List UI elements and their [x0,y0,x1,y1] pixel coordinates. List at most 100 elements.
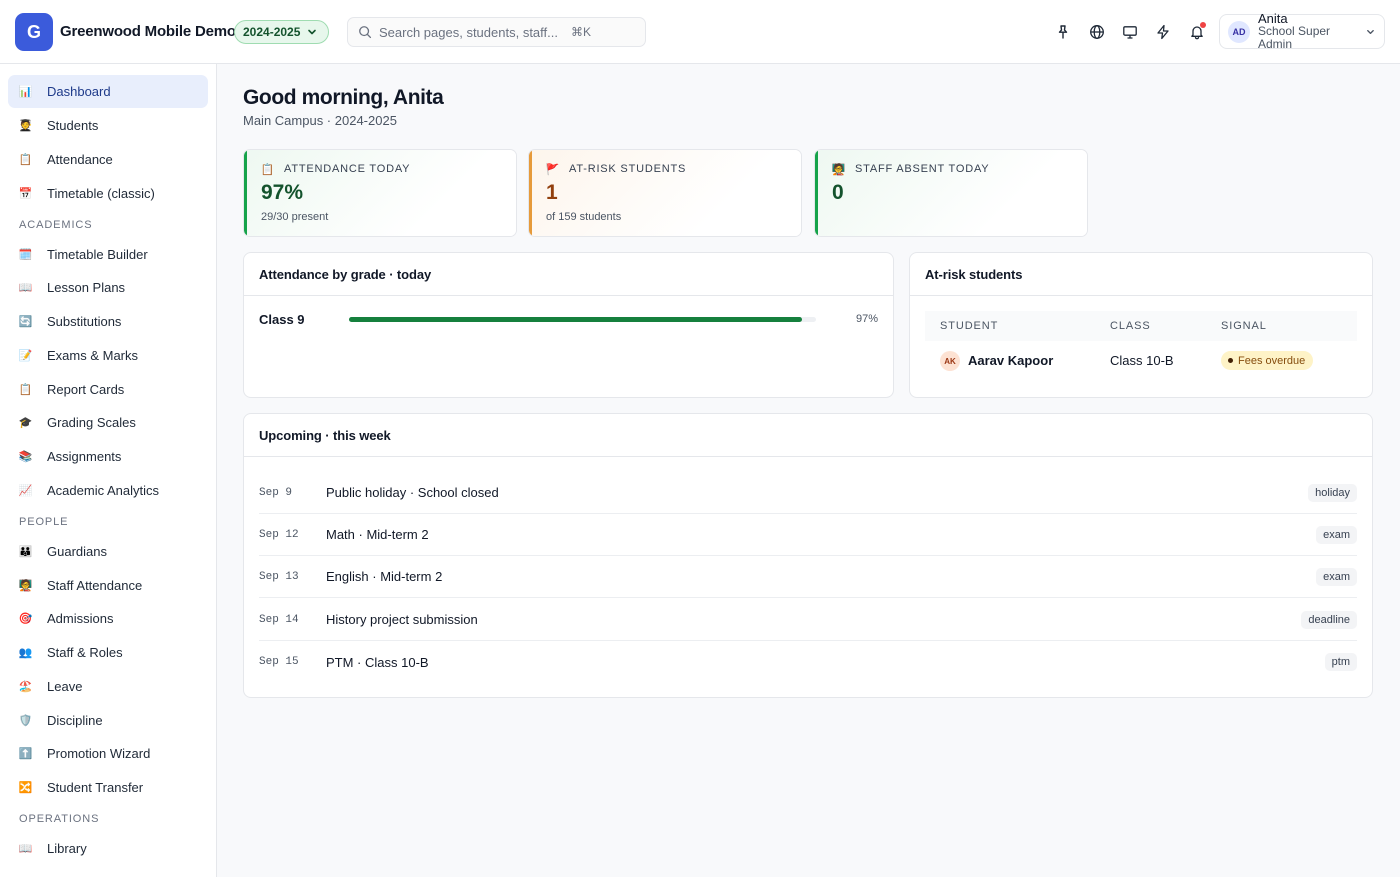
stat-subtext: 29/30 present [261,211,329,223]
report-icon: 📋 [18,384,33,396]
event-title: Math · Mid-term 2 [326,527,429,542]
calendar-icon: 📅 [18,188,33,200]
notifications-button[interactable] [1185,20,1209,44]
sidebar-item-label: Lesson Plans [47,280,126,295]
display-mode-button[interactable] [1118,20,1142,44]
panel-title: Attendance by grade · today [244,253,893,296]
academic-year-label: 2024-2025 [243,25,301,39]
calendar-tear-icon: 🗓️ [18,249,33,261]
target-icon: 🎯 [18,613,33,625]
sidebar-item-timetable-builder[interactable]: 🗓️ Timetable Builder [8,238,208,271]
search-input[interactable] [379,24,564,40]
sidebar-item-promotion-wizard[interactable]: ⬆️ Promotion Wizard [8,737,208,770]
table-row[interactable]: AK Aarav Kapoor Class 10-B Fees overdue [925,345,1357,379]
sidebar-item-lesson-plans[interactable]: 📖 Lesson Plans [8,271,208,304]
column-header-student: STUDENT [940,320,999,332]
sidebar-item-assignments[interactable]: 📚 Assignments [8,440,208,473]
event-date: Sep 14 [259,613,299,626]
sidebar-item-leave[interactable]: 🏖️ Leave [8,670,208,703]
sidebar-item-label: Admissions [47,611,114,626]
section-title-people: PEOPLE [19,516,69,528]
attendance-by-grade-panel: Attendance by grade · today Class 9 97% [243,252,894,398]
family-icon: 👪 [18,546,33,558]
section-title-academics: ACADEMICS [19,219,93,231]
academic-year-selector[interactable]: 2024-2025 [234,20,330,44]
sidebar-item-attendance[interactable]: 📋 Attendance [8,143,208,176]
sidebar-item-report-cards[interactable]: 📋 Report Cards [8,373,208,406]
list-item[interactable]: Sep 12 Math · Mid-term 2 exam [259,514,1357,556]
sidebar-item-academic-analytics[interactable]: 📈 Academic Analytics [8,474,208,507]
sidebar: 📊 Dashboard 🧑‍🎓 Students 📋 Attendance 📅 … [0,64,217,877]
sidebar-item-students[interactable]: 🧑‍🎓 Students [8,109,208,142]
sidebar-item-label: Dashboard [47,84,111,99]
status-dot [1228,358,1233,363]
sidebar-item-label: Assignments [47,449,122,464]
sidebar-item-exams-marks[interactable]: 📝 Exams & Marks [8,339,208,372]
sidebar-item-student-transfer[interactable]: 🔀 Student Transfer [8,771,208,804]
sidebar-item-timetable-classic[interactable]: 📅 Timetable (classic) [8,177,208,210]
grade-percentage: 97% [855,313,878,325]
app-logo[interactable]: G [15,13,53,51]
people-icon: 👥 [18,647,33,659]
teacher-icon: 🧑‍🏫 [18,580,33,592]
books-icon: 📚 [18,451,33,463]
student-icon: 🧑‍🎓 [18,120,33,132]
sidebar-item-library[interactable]: 📖 Library [8,832,208,865]
notification-badge [1200,22,1206,28]
at-risk-students-panel: At-risk students STUDENT CLASS SIGNAL AK… [909,252,1373,398]
event-date: Sep 12 [259,528,299,541]
sidebar-item-dashboard[interactable]: 📊 Dashboard [8,75,208,108]
sidebar-item-substitutions[interactable]: 🔄 Substitutions [8,305,208,338]
top-bar: G Greenwood Mobile Demo 2024-2025 ⌘K AD … [0,0,1400,64]
grade-progress-fill [349,316,802,322]
event-date: Sep 13 [259,570,299,583]
stat-card-at-risk-students[interactable]: 🚩 AT-RISK STUDENTS 1 of 159 students [528,149,802,237]
stat-card-staff-absent-today[interactable]: 🧑‍🏫 STAFF ABSENT TODAY 0 [814,149,1088,237]
lightning-icon [1157,24,1169,40]
sidebar-item-grading-scales[interactable]: 🎓 Grading Scales [8,406,208,439]
stat-value: 97% [261,181,304,204]
sidebar-item-admissions[interactable]: 🎯 Admissions [8,602,208,635]
sidebar-item-discipline[interactable]: 🛡️ Discipline [8,704,208,737]
book-icon: 📖 [18,843,33,855]
grade-attendance-row[interactable]: Class 9 97% [259,311,878,327]
stat-card-attendance-today[interactable]: 📋 ATTENDANCE TODAY 97% 29/30 present [243,149,517,237]
pin-button[interactable] [1051,20,1075,44]
stat-value: 0 [832,181,844,204]
sidebar-item-staff-attendance[interactable]: 🧑‍🏫 Staff Attendance [8,569,208,602]
app-name[interactable]: Greenwood Mobile Demo [60,23,236,40]
upcoming-events-panel: Upcoming · this week Sep 9 Public holida… [243,413,1373,698]
panel-title: At-risk students [910,253,1372,296]
list-item[interactable]: Sep 15 PTM · Class 10-B ptm [259,641,1357,683]
list-item[interactable]: Sep 13 English · Mid-term 2 exam [259,556,1357,598]
student-name[interactable]: Aarav Kapoor [968,353,1053,368]
user-menu[interactable]: AD Anita School Super Admin [1219,12,1385,51]
table-header: STUDENT CLASS SIGNAL [925,311,1357,341]
list-item[interactable]: Sep 14 History project submission deadli… [259,599,1357,641]
sidebar-item-guardians[interactable]: 👪 Guardians [8,535,208,568]
status-badge: Fees overdue [1221,351,1314,370]
language-button[interactable] [1085,20,1109,44]
sidebar-item-label: Guardians [47,544,107,559]
grade-progress-track [349,316,816,322]
search-icon [359,26,372,39]
sidebar-item-label: Report Cards [47,382,125,397]
bar-chart-icon: 📊 [18,86,33,98]
sidebar-item-staff-roles[interactable]: 👥 Staff & Roles [8,636,208,669]
signal-label: Fees overdue [1238,354,1306,367]
event-title: Public holiday · School closed [326,485,499,500]
column-header-class: CLASS [1110,320,1151,332]
event-title: History project submission [326,612,478,627]
section-title-operations: OPERATIONS [19,813,100,825]
beach-icon: 🏖️ [18,681,33,693]
list-item[interactable]: Sep 9 Public holiday · School closed hol… [259,472,1357,514]
global-search[interactable]: ⌘K [347,17,646,47]
clipboard-icon: 📋 [260,163,276,176]
quick-actions-button[interactable] [1151,20,1175,44]
shield-icon: 🛡️ [18,715,33,727]
up-arrow-icon: ⬆️ [18,748,33,760]
sidebar-item-label: Library [47,841,87,856]
sidebar-item-label: Students [47,118,99,133]
stat-label: ATTENDANCE TODAY [284,163,411,175]
stat-subtext: of 159 students [546,211,622,223]
